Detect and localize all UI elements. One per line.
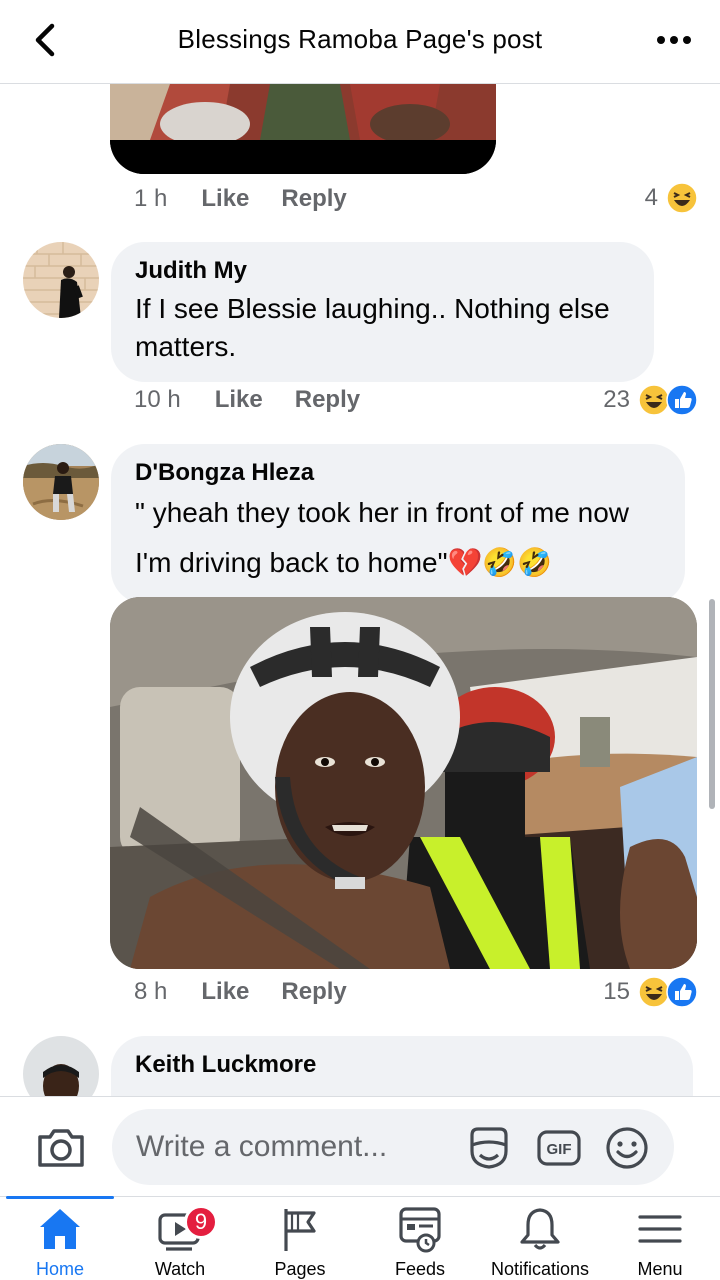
emoji-button[interactable] [604, 1125, 650, 1171]
like-button[interactable]: Like [201, 185, 249, 213]
svg-text:GIF: GIF [547, 1141, 572, 1158]
comment-actions: 10 h Like Reply [134, 386, 392, 414]
gif-button[interactable]: GIF [536, 1125, 582, 1171]
menu-icon [638, 1215, 682, 1243]
home-icon [40, 1209, 80, 1249]
smiley-icon [606, 1127, 648, 1169]
ellipsis-icon [657, 36, 691, 44]
reaction-count: 23 [603, 386, 630, 413]
tab-label: Notifications [490, 1259, 590, 1279]
scrollbar[interactable] [709, 599, 715, 809]
comment-text: " yheah they took her in front of me now… [135, 497, 629, 578]
comment-time: 8 h [134, 978, 168, 1005]
bell-icon [520, 1208, 560, 1250]
like-thumb-icon [666, 384, 698, 416]
tab-label: Menu [637, 1259, 683, 1279]
post-comments-screen: Blessings Ramoba Page's post 1 h Like Re… [0, 0, 720, 1280]
page-title: Blessings Ramoba Page's post [177, 24, 543, 54]
gif-icon: GIF [537, 1130, 581, 1166]
camera-icon [38, 1129, 84, 1167]
reply-button[interactable]: Reply [295, 386, 360, 414]
comment-author[interactable]: Keith Luckmore [135, 1050, 669, 1080]
reaction-count: 15 [603, 978, 630, 1005]
chevron-left-icon [35, 23, 55, 57]
avatar[interactable] [23, 1036, 99, 1096]
comment-bubble[interactable]: D'Bongza Hleza " yheah they took her in … [111, 444, 685, 604]
reaction-summary[interactable]: 23 [603, 384, 698, 416]
tab-notifications[interactable]: Notifications [480, 1197, 600, 1280]
comment-input[interactable] [112, 1109, 674, 1185]
like-button[interactable]: Like [215, 386, 263, 414]
comment-text: If I see Blessie laughing.. Nothing else… [135, 293, 610, 362]
comment-bubble[interactable]: Judith My If I see Blessie laughing.. No… [111, 242, 654, 382]
comment-time: 1 h [134, 185, 168, 212]
tab-label: Pages [274, 1259, 326, 1279]
previous-comment-image[interactable] [110, 84, 496, 174]
tab-watch[interactable]: 9 Watch [120, 1197, 240, 1280]
comments-list[interactable]: 1 h Like Reply 4 Judith My If I see Bles… [0, 84, 720, 1096]
notification-badge: 9 [184, 1205, 218, 1239]
tab-menu[interactable]: Menu [600, 1197, 720, 1280]
back-button[interactable] [24, 18, 68, 62]
comment-author[interactable]: Judith My [135, 256, 630, 286]
camera-button[interactable] [36, 1125, 86, 1169]
tab-home[interactable]: Home [0, 1196, 120, 1280]
bottom-tab-bar: Home 9 Watch Pages Feeds Notifications M… [0, 1196, 720, 1280]
comment-time: 10 h [134, 386, 181, 413]
comment-bubble[interactable]: Keith Luckmore [111, 1036, 693, 1096]
like-thumb-icon [666, 976, 698, 1008]
avatar[interactable] [23, 242, 99, 318]
like-button[interactable]: Like [201, 978, 249, 1006]
more-options-button[interactable] [656, 26, 692, 54]
avatar-sticker-button[interactable] [466, 1125, 512, 1171]
tab-pages[interactable]: Pages [240, 1197, 360, 1280]
previous-comment-actions: 1 h Like Reply [134, 185, 379, 213]
comment-photo[interactable] [110, 597, 697, 969]
pages-flag-icon [284, 1209, 316, 1251]
tab-label: Home [35, 1259, 84, 1279]
reaction-count: 4 [644, 184, 658, 211]
reaction-summary[interactable]: 15 [603, 976, 698, 1008]
tab-label: Watch [154, 1259, 206, 1279]
comment-actions: 8 h Like Reply [134, 978, 379, 1006]
reply-button[interactable]: Reply [281, 185, 346, 213]
feeds-icon [399, 1207, 441, 1253]
comment-author[interactable]: D'Bongza Hleza [135, 458, 661, 488]
laughing-emoji-icon [666, 182, 698, 214]
avatar-sticker-icon [470, 1127, 508, 1169]
avatar[interactable] [23, 444, 99, 520]
reaction-summary[interactable]: 4 [645, 182, 698, 214]
comment-composer: GIF [0, 1096, 720, 1196]
reply-button[interactable]: Reply [281, 978, 346, 1006]
top-bar: Blessings Ramoba Page's post [0, 0, 720, 84]
tab-feeds[interactable]: Feeds [360, 1197, 480, 1280]
tab-label: Feeds [394, 1259, 446, 1279]
